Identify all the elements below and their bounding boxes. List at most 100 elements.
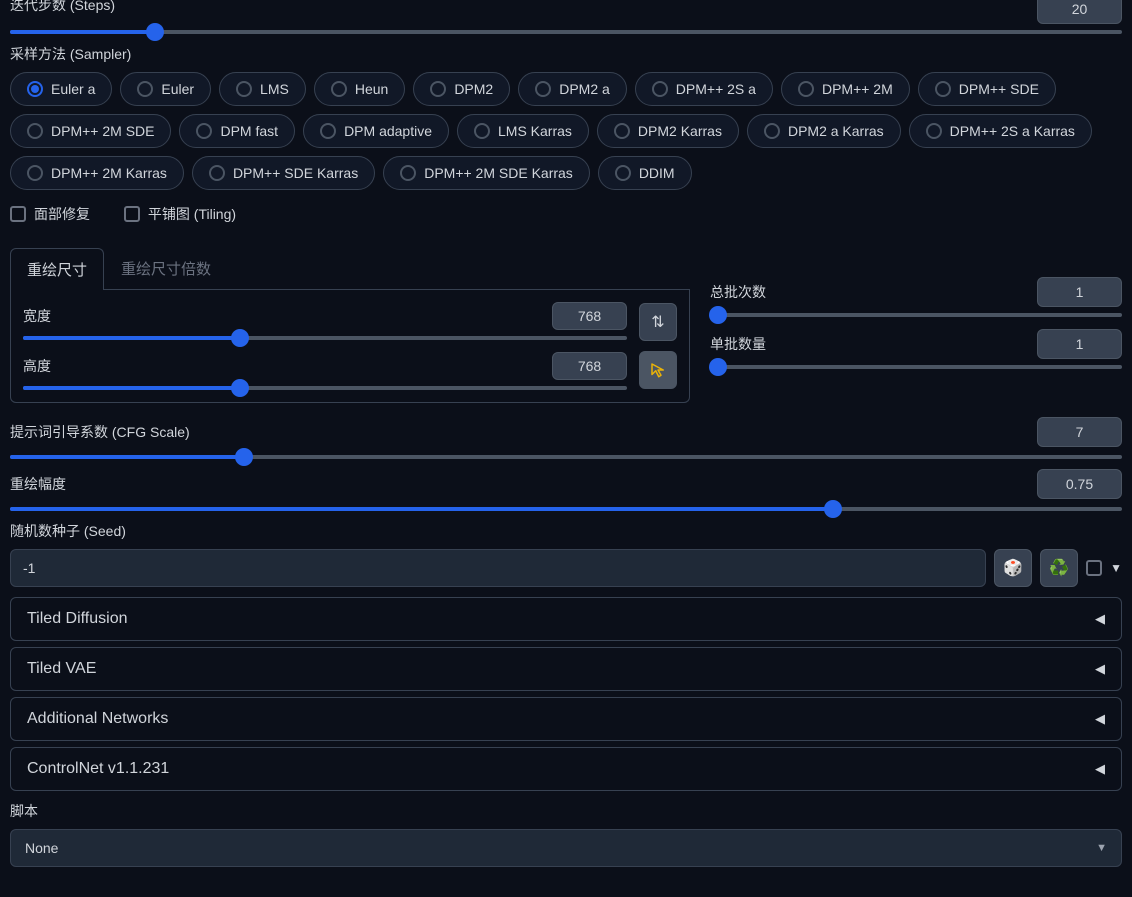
sampler-option[interactable]: DPM++ 2M SDE: [10, 114, 171, 148]
sampler-option-label: Heun: [355, 81, 388, 97]
sampler-option[interactable]: DPM adaptive: [303, 114, 449, 148]
chevron-down-icon: ▼: [1096, 842, 1107, 854]
sampler-option[interactable]: Euler: [120, 72, 211, 106]
radio-icon: [137, 81, 153, 97]
sampler-option[interactable]: DPM2: [413, 72, 510, 106]
swap-icon: ⇅: [651, 312, 664, 332]
denoise-label: 重绘幅度: [10, 474, 66, 494]
face-restore-check[interactable]: 面部修复: [10, 204, 90, 224]
script-select[interactable]: None ▼: [10, 829, 1122, 867]
seed-reuse-button[interactable]: ♻️: [1040, 549, 1078, 587]
radio-icon: [535, 81, 551, 97]
tab-resize[interactable]: 重绘尺寸: [10, 248, 104, 290]
sampler-option-label: DPM++ SDE Karras: [233, 165, 358, 181]
sampler-option-label: LMS Karras: [498, 123, 572, 139]
sampler-option[interactable]: Euler a: [10, 72, 112, 106]
sampler-option[interactable]: DPM++ SDE: [918, 72, 1056, 106]
batch-size-slider[interactable]: [710, 365, 1122, 369]
batch-count-slider[interactable]: [710, 313, 1122, 317]
accordion-title: Additional Networks: [27, 710, 168, 728]
accordion-tiled-diffusion[interactable]: Tiled Diffusion ◀: [10, 597, 1122, 641]
sampler-option[interactable]: DPM2 Karras: [597, 114, 739, 148]
radio-icon: [27, 123, 43, 139]
face-restore-label: 面部修复: [34, 204, 90, 224]
sampler-option-label: DPM++ 2M SDE Karras: [424, 165, 573, 181]
sampler-option-label: LMS: [260, 81, 289, 97]
radio-icon: [209, 165, 225, 181]
radio-icon: [764, 123, 780, 139]
accordion-additional-networks[interactable]: Additional Networks ◀: [10, 697, 1122, 741]
sampler-group: Euler a Euler LMS Heun DPM2 DPM2 a DPM++ 2S a D…: [10, 72, 1122, 190]
sampler-option-label: DPM++ 2S a Karras: [950, 123, 1075, 139]
sampler-option-label: Euler: [161, 81, 194, 97]
sampler-option-label: DPM++ 2S a: [676, 81, 756, 97]
width-label: 宽度: [23, 306, 51, 326]
accordion-title: ControlNet v1.1.231: [27, 760, 169, 778]
dice-icon: 🎲: [1003, 558, 1023, 578]
sampler-option-label: Euler a: [51, 81, 95, 97]
seed-extra-arrow[interactable]: ▼: [1110, 561, 1122, 575]
radio-icon: [798, 81, 814, 97]
radio-icon: [196, 123, 212, 139]
sampler-option-label: DPM2: [454, 81, 493, 97]
swap-dims-button[interactable]: ⇅: [639, 303, 677, 341]
accordion-tiled-vae[interactable]: Tiled VAE ◀: [10, 647, 1122, 691]
recycle-icon: ♻️: [1049, 558, 1069, 578]
checkbox-icon: [10, 206, 26, 222]
tab-resize-by[interactable]: 重绘尺寸倍数: [104, 247, 228, 289]
sampler-option-label: DPM2 a Karras: [788, 123, 884, 139]
seed-random-button[interactable]: 🎲: [994, 549, 1032, 587]
seed-extra-check[interactable]: [1086, 560, 1102, 576]
sampler-option[interactable]: DDIM: [598, 156, 692, 190]
height-label: 高度: [23, 356, 51, 376]
cfg-value[interactable]: [1037, 417, 1122, 447]
chevron-left-icon: ◀: [1095, 711, 1105, 727]
sampler-option[interactable]: DPM++ 2M: [781, 72, 910, 106]
sampler-option[interactable]: DPM++ 2M SDE Karras: [383, 156, 590, 190]
seed-input[interactable]: [10, 549, 986, 587]
height-slider[interactable]: [23, 386, 627, 390]
width-slider[interactable]: [23, 336, 627, 340]
sampler-option[interactable]: DPM2 a Karras: [747, 114, 901, 148]
sampler-option[interactable]: DPM2 a: [518, 72, 627, 106]
denoise-slider[interactable]: [10, 507, 1122, 511]
tiling-check[interactable]: 平铺图 (Tiling): [124, 204, 236, 224]
sampler-option[interactable]: DPM++ 2M Karras: [10, 156, 184, 190]
sampler-option[interactable]: LMS: [219, 72, 306, 106]
batch-size-value[interactable]: [1037, 329, 1122, 359]
cursor-icon: [649, 361, 667, 379]
batch-count-value[interactable]: [1037, 277, 1122, 307]
cfg-slider[interactable]: [10, 455, 1122, 459]
sampler-option[interactable]: Heun: [314, 72, 405, 106]
resize-tabs: 重绘尺寸 重绘尺寸倍数: [10, 247, 690, 290]
sampler-label: 采样方法 (Sampler): [10, 44, 1122, 64]
batch-count-label: 总批次数: [710, 282, 766, 302]
radio-icon: [926, 123, 942, 139]
radio-icon: [430, 81, 446, 97]
tiling-label: 平铺图 (Tiling): [148, 204, 236, 224]
accordion-title: Tiled Diffusion: [27, 610, 128, 628]
width-value[interactable]: [552, 302, 627, 330]
radio-icon: [400, 165, 416, 181]
sampler-option-label: DPM2 a: [559, 81, 610, 97]
steps-value[interactable]: [1037, 0, 1122, 24]
sampler-option-label: DPM++ 2M Karras: [51, 165, 167, 181]
sampler-option-label: DPM adaptive: [344, 123, 432, 139]
script-label: 脚本: [10, 801, 1122, 821]
accordion-controlnet[interactable]: ControlNet v1.1.231 ◀: [10, 747, 1122, 791]
radio-icon: [615, 165, 631, 181]
radio-icon: [27, 81, 43, 97]
denoise-value[interactable]: [1037, 469, 1122, 499]
radio-icon: [320, 123, 336, 139]
sampler-option[interactable]: DPM fast: [179, 114, 295, 148]
sampler-option[interactable]: DPM++ SDE Karras: [192, 156, 375, 190]
batch-size-label: 单批数量: [710, 334, 766, 354]
steps-slider[interactable]: [10, 30, 1122, 34]
sampler-option[interactable]: DPM++ 2S a: [635, 72, 773, 106]
sampler-option[interactable]: DPM++ 2S a Karras: [909, 114, 1092, 148]
sampler-option[interactable]: LMS Karras: [457, 114, 589, 148]
height-value[interactable]: [552, 352, 627, 380]
radio-icon: [236, 81, 252, 97]
steps-label: 迭代步数 (Steps): [10, 0, 115, 15]
target-dims-button[interactable]: [639, 351, 677, 389]
